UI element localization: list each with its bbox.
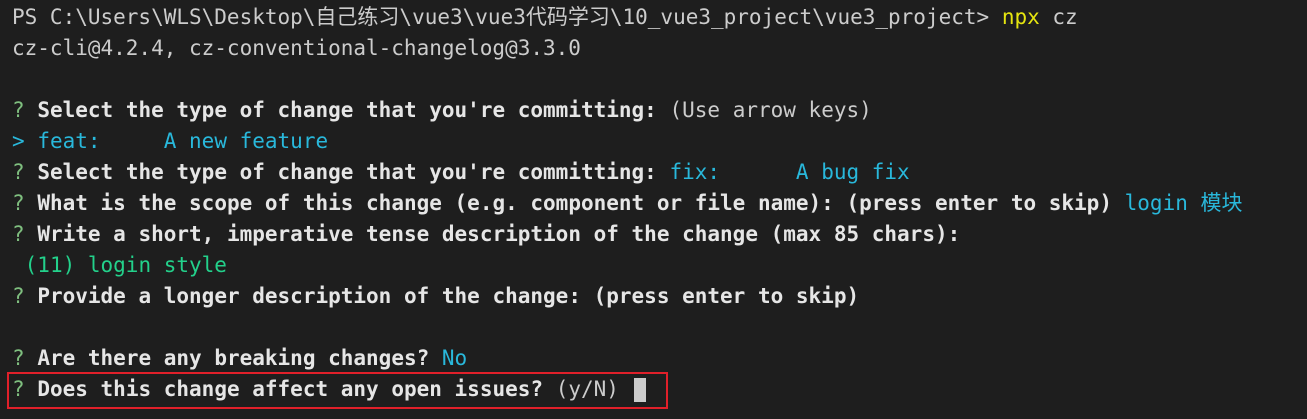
short-description-answer: (11) login style	[24, 253, 227, 277]
highlight-box	[7, 372, 668, 409]
short-description-line: ? Write a short, imperative tense descri…	[12, 219, 960, 250]
type-question-repeat: Select the type of change that you're co…	[37, 160, 657, 184]
long-description-question: Provide a longer description of the chan…	[37, 284, 860, 308]
question-mark: ?	[12, 191, 25, 215]
breaking-line: ? Are there any breaking changes? No	[12, 343, 467, 374]
command-args: cz	[1052, 5, 1078, 29]
question-mark: ?	[12, 98, 25, 122]
breaking-question: Are there any breaking changes?	[37, 346, 430, 370]
scope-line: ? What is the scope of this change (e.g.…	[12, 188, 1243, 219]
scope-question: What is the scope of this change (e.g. c…	[37, 191, 1112, 215]
question-mark: ?	[12, 284, 25, 308]
question-mark: ?	[12, 222, 25, 246]
pointer-icon: >	[12, 129, 25, 153]
breaking-answer: No	[441, 346, 468, 370]
selected-option[interactable]: feat: A new feature	[37, 129, 328, 153]
type-answer: fix: A bug fix	[669, 160, 910, 184]
prompt-path: PS C:\Users\WLS\Desktop\自己练习\vue3\vue3代码…	[12, 5, 990, 29]
type-question-line: ? Select the type of change that you're …	[12, 95, 872, 126]
prompt-line: PS C:\Users\WLS\Desktop\自己练习\vue3\vue3代码…	[12, 2, 1078, 33]
type-answer-line: ? Select the type of change that you're …	[12, 157, 910, 188]
scope-answer: login 模块	[1124, 191, 1243, 215]
short-description-question: Write a short, imperative tense descript…	[37, 222, 961, 246]
long-description-line: ? Provide a longer description of the ch…	[12, 281, 859, 312]
selected-option-line[interactable]: > feat: A new feature	[12, 126, 328, 157]
question-mark: ?	[12, 160, 25, 184]
type-hint: (Use arrow keys)	[669, 98, 872, 122]
command-name: npx	[1001, 5, 1040, 29]
question-mark: ?	[12, 346, 25, 370]
version-line: cz-cli@4.2.4, cz-conventional-changelog@…	[12, 36, 581, 60]
terminal-window[interactable]: PS C:\Users\WLS\Desktop\自己练习\vue3\vue3代码…	[0, 0, 1307, 419]
short-description-answer-line: (11) login style	[12, 250, 227, 281]
type-question: Select the type of change that you're co…	[37, 98, 657, 122]
